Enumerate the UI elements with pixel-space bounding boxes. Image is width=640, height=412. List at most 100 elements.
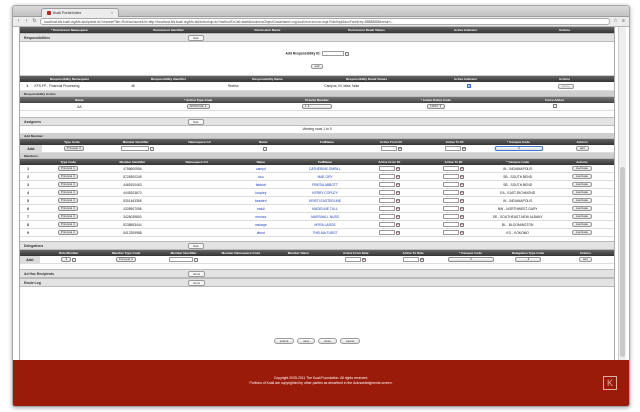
member-fullname-link[interactable]: FRIEDA ABBOTT xyxy=(312,183,338,187)
hide-toggle-button[interactable]: hide xyxy=(188,243,204,249)
active-from-input[interactable] xyxy=(378,190,395,195)
member-type-select[interactable]: Principal ⇕ xyxy=(57,198,79,203)
force-action-checkbox[interactable] xyxy=(552,104,557,108)
action-policy-select[interactable]: FIRST ⇕ xyxy=(427,104,445,109)
show-toggle-button[interactable]: show xyxy=(188,271,206,277)
add-responsibility-button[interactable]: add xyxy=(310,64,324,69)
star-icon[interactable]: ☆ xyxy=(613,19,618,24)
close-button[interactable]: close xyxy=(318,338,337,344)
delegation-member-type-select[interactable]: Principal ⇕ xyxy=(116,257,137,262)
lookup-icon[interactable] xyxy=(344,51,349,56)
calendar-icon[interactable] xyxy=(395,198,400,203)
hide-toggle-button[interactable]: hide xyxy=(188,35,204,41)
member-name-link[interactable]: kcopley xyxy=(255,191,266,195)
delegation-from-input[interactable] xyxy=(345,257,362,262)
member-type-select[interactable]: Principal ⇕ xyxy=(57,222,79,227)
active-to-input[interactable] xyxy=(442,174,459,179)
add-member-button[interactable]: add xyxy=(575,146,589,151)
member-type-select[interactable]: Principal ⇕ xyxy=(57,230,79,235)
active-to-input[interactable] xyxy=(442,198,459,203)
active-from-input[interactable] xyxy=(381,146,398,151)
show-toggle-button[interactable]: show xyxy=(188,280,206,286)
inactivate-button[interactable]: inactivate xyxy=(571,230,593,235)
member-fullname-link[interactable]: MAE ORY xyxy=(317,175,332,179)
calendar-icon[interactable] xyxy=(459,214,464,219)
calendar-icon[interactable] xyxy=(461,146,466,151)
role-member-select[interactable]: ⇕ xyxy=(61,257,72,262)
back-icon[interactable]: ‹ xyxy=(16,19,21,24)
inactivate-button[interactable]: inactivate xyxy=(571,166,593,171)
calendar-icon[interactable] xyxy=(395,222,400,227)
calendar-icon[interactable] xyxy=(459,198,464,203)
reload-icon[interactable]: ↻ xyxy=(32,19,37,24)
calendar-icon[interactable] xyxy=(395,190,400,195)
calendar-icon[interactable] xyxy=(419,257,424,262)
member-type-select[interactable]: Principal ⇕ xyxy=(63,146,85,151)
calendar-icon[interactable] xyxy=(459,222,464,227)
calendar-icon[interactable] xyxy=(398,146,403,151)
scrollbar-thumb[interactable] xyxy=(620,167,625,357)
active-from-input[interactable] xyxy=(378,230,395,235)
address-bar[interactable]: localhost:kfs.kuali.org/kfs-stst/portal.… xyxy=(40,18,610,25)
delegation-member-id-input[interactable] xyxy=(169,257,194,262)
member-name-link[interactable]: mdull xyxy=(257,207,265,211)
add-delegation-button[interactable]: add xyxy=(578,257,592,262)
calendar-icon[interactable] xyxy=(395,174,400,179)
lookup-icon[interactable] xyxy=(194,257,199,262)
calendar-icon[interactable] xyxy=(459,190,464,195)
lookup-icon[interactable] xyxy=(72,257,77,262)
active-from-input[interactable] xyxy=(378,166,395,171)
close-icon[interactable]: × xyxy=(111,11,113,15)
priority-select[interactable]: 1 ⇕ xyxy=(301,104,332,109)
delegation-campus-select[interactable]: ⇕ xyxy=(447,257,494,262)
submit-button[interactable]: submit xyxy=(273,338,295,344)
calendar-icon[interactable] xyxy=(395,206,400,211)
active-to-input[interactable] xyxy=(442,166,459,171)
calendar-icon[interactable] xyxy=(459,230,464,235)
member-fullname-link[interactable]: KRISTI EASTERLINE xyxy=(309,199,341,203)
member-fullname-link[interactable]: MARSHALL NUSS xyxy=(311,215,339,219)
member-fullname-link[interactable]: CATHERINE OMRILL xyxy=(309,167,341,171)
member-type-select[interactable]: Principal ⇕ xyxy=(57,166,79,171)
active-checkbox[interactable]: ✓ xyxy=(421,84,518,88)
calendar-icon[interactable] xyxy=(395,230,400,235)
calendar-icon[interactable] xyxy=(395,214,400,219)
member-name-link[interactable]: tifurst xyxy=(257,231,265,235)
calendar-icon[interactable] xyxy=(362,257,367,262)
member-type-select[interactable]: Principal ⇕ xyxy=(57,182,79,187)
active-to-input[interactable] xyxy=(442,214,459,219)
member-name-link[interactable]: dou xyxy=(258,175,264,179)
inactivate-button[interactable]: inactivate xyxy=(571,198,593,203)
inactivate-button[interactable]: inactivate xyxy=(571,214,593,219)
active-to-input[interactable] xyxy=(444,146,461,151)
member-name-link[interactable]: campit xyxy=(256,167,266,171)
calendar-icon[interactable] xyxy=(459,174,464,179)
active-from-input[interactable] xyxy=(378,214,395,219)
delete-responsibility-button[interactable]: delete xyxy=(557,83,574,89)
member-name-link[interactable]: rmnuss xyxy=(255,215,266,219)
calendar-icon[interactable] xyxy=(459,206,464,211)
cancel-button[interactable]: cancel xyxy=(339,338,361,344)
member-identifier-input[interactable] xyxy=(121,146,150,151)
calendar-icon[interactable] xyxy=(395,166,400,171)
vertical-scrollbar[interactable] xyxy=(618,27,626,360)
wrench-icon[interactable]: ≡ xyxy=(621,19,626,24)
calendar-icon[interactable] xyxy=(395,182,400,187)
save-button[interactable]: save xyxy=(297,338,316,344)
action-type-select[interactable]: APPROVE ⇕ xyxy=(186,104,210,109)
member-type-select[interactable]: Principal ⇕ xyxy=(57,206,79,211)
active-to-input[interactable] xyxy=(442,230,459,235)
member-type-select[interactable]: Principal ⇕ xyxy=(57,190,79,195)
member-fullname-link[interactable]: THELMA FURST xyxy=(312,231,337,235)
inactivate-button[interactable]: inactivate xyxy=(571,182,593,187)
member-type-select[interactable]: Principal ⇕ xyxy=(57,174,79,179)
active-to-input[interactable] xyxy=(442,182,459,187)
hide-toggle-button[interactable]: hide xyxy=(188,119,204,125)
member-fullname-link[interactable]: MYRA LARGE xyxy=(314,223,335,227)
calendar-icon[interactable] xyxy=(459,166,464,171)
member-name-link[interactable]: mslarge xyxy=(255,223,267,227)
inactivate-button[interactable]: inactivate xyxy=(571,174,593,179)
delegation-to-input[interactable] xyxy=(402,257,419,262)
active-to-input[interactable] xyxy=(442,190,459,195)
member-type-select[interactable]: Principal ⇕ xyxy=(57,214,79,219)
